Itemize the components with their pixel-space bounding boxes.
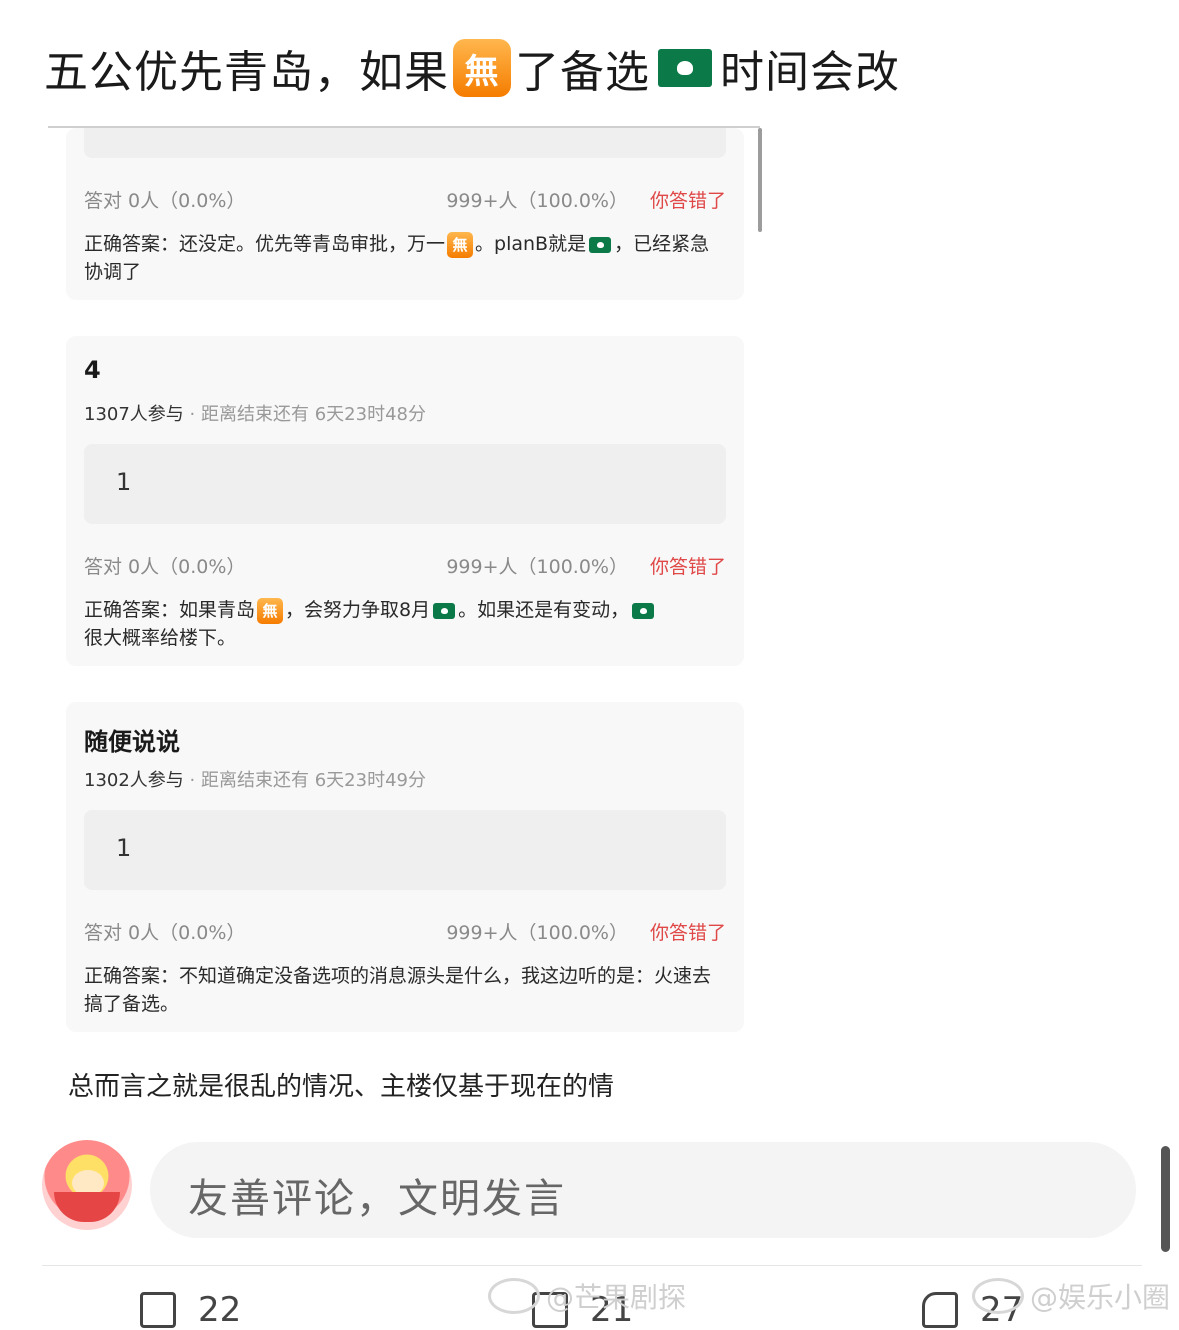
- participant-count: 1302人参与: [84, 770, 184, 791]
- poll-option[interactable]: 1: [84, 444, 726, 524]
- poll-meta: 1302人参与 · 距离结束还有 6天23时49分: [84, 766, 426, 792]
- poll-option[interactable]: 1: [84, 810, 726, 890]
- watermark: @芒果剧探: [488, 1276, 686, 1316]
- share-count: 22: [198, 1290, 242, 1330]
- wrong-count: 999+人（100.0%）: [446, 556, 628, 578]
- headline-part2: 了备选: [515, 47, 650, 98]
- wu-emoji-icon: 無: [447, 231, 474, 258]
- thumbs-up-icon: [922, 1292, 958, 1328]
- macau-flag-icon: [632, 602, 655, 619]
- screenshot-scrollbar: [758, 128, 762, 232]
- correct-count: 答对 0人（0.0%）: [84, 556, 246, 578]
- answer-text: 。planB就是: [475, 233, 587, 255]
- watermark-text: @芒果剧探: [546, 1281, 687, 1314]
- headline-part1: 五公优先青岛，如果: [44, 47, 449, 98]
- option-fade: [84, 128, 726, 158]
- wrong-label: 你答错了: [649, 190, 726, 212]
- weibo-logo-icon: [488, 1278, 540, 1314]
- wrong-label: 你答错了: [649, 556, 726, 578]
- watermark: @娱乐小圈: [972, 1276, 1170, 1316]
- option-label: 1: [116, 834, 132, 862]
- answer-text: 正确答案：如果青岛: [84, 599, 256, 621]
- answer-text: 。如果还是有变动，: [458, 599, 630, 621]
- page-scrollbar[interactable]: [1161, 1146, 1170, 1252]
- option-label: 1: [116, 468, 132, 496]
- poll-meta: 1307人参与 · 距离结束还有 6天23时48分: [84, 400, 426, 426]
- summary-text: 总而言之就是很乱的情况、主楼仅基于现在的情: [68, 1072, 615, 1102]
- comment-placeholder: 友善评论，文明发言: [188, 1176, 566, 1222]
- poll-card-1: 答对 0人（0.0%） 999+人（100.0%） 你答错了 正确答案：还没定。…: [66, 128, 744, 300]
- poll-stats: 答对 0人（0.0%） 999+人（100.0%） 你答错了: [84, 552, 726, 579]
- countdown: · 距离结束还有 6天23时49分: [189, 770, 426, 791]
- poll-title: 随便说说: [84, 728, 180, 756]
- macau-flag-icon: [433, 602, 456, 619]
- correct-answer: 正确答案：还没定。优先等青岛审批，万一無。planB就是 ，已经紧急协调了: [84, 230, 722, 286]
- divider: [42, 1265, 1142, 1266]
- user-avatar[interactable]: [42, 1140, 132, 1230]
- answer-text: ，会努力争取8月: [285, 599, 431, 621]
- poll-card-2: 4 1307人参与 · 距离结束还有 6天23时48分 1 答对 0人（0.0%…: [66, 336, 744, 666]
- poll-title: 4: [84, 356, 101, 384]
- correct-count: 答对 0人（0.0%）: [84, 190, 246, 212]
- headline-part3: 时间会改: [720, 47, 900, 98]
- macau-flag-icon: [658, 49, 712, 87]
- share-icon: [140, 1292, 176, 1328]
- correct-answer: 正确答案：如果青岛無，会努力争取8月 。如果还是有变动， 很大概率给楼下。: [84, 596, 722, 652]
- wrong-label: 你答错了: [649, 922, 726, 944]
- poll-stats: 答对 0人（0.0%） 999+人（100.0%） 你答错了: [84, 186, 726, 213]
- poll-stats: 答对 0人（0.0%） 999+人（100.0%） 你答错了: [84, 918, 726, 945]
- wu-emoji-icon: 無: [453, 39, 511, 97]
- participant-count: 1307人参与: [84, 404, 184, 425]
- correct-count: 答对 0人（0.0%）: [84, 922, 246, 944]
- share-button[interactable]: 22: [140, 1290, 241, 1330]
- comment-input[interactable]: 友善评论，文明发言: [150, 1142, 1136, 1238]
- wrong-count: 999+人（100.0%）: [446, 922, 628, 944]
- wu-emoji-icon: 無: [257, 597, 284, 624]
- wrong-count: 999+人（100.0%）: [446, 190, 628, 212]
- countdown: · 距离结束还有 6天23时48分: [189, 404, 426, 425]
- poll-card-3: 随便说说 1302人参与 · 距离结束还有 6天23时49分 1 答对 0人（0…: [66, 702, 744, 1032]
- post-headline: 五公优先青岛，如果 無 了备选 时间会改: [44, 36, 900, 100]
- answer-text: 正确答案：还没定。优先等青岛审批，万一: [84, 233, 446, 255]
- answer-text: 很大概率给楼下。: [84, 627, 237, 649]
- weibo-logo-icon: [972, 1278, 1024, 1314]
- macau-flag-icon: [589, 236, 612, 253]
- correct-answer: 正确答案：不知道确定没备选项的消息源头是什么，我这边听的是：火速去搞了备选。: [84, 965, 712, 1015]
- watermark-text: @娱乐小圈: [1030, 1281, 1171, 1314]
